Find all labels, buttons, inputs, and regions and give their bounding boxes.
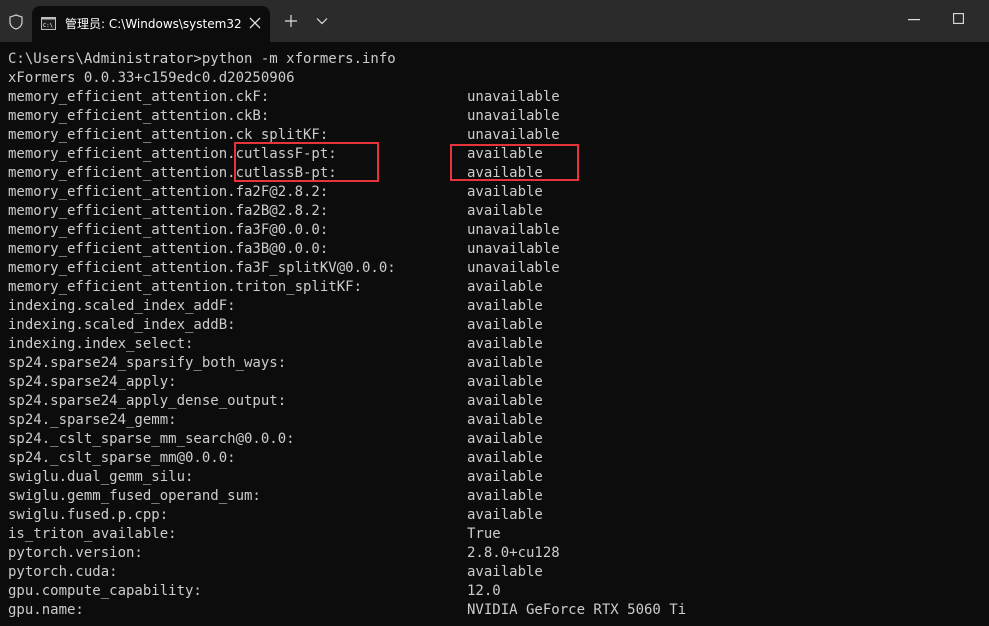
info-key: pytorch.cuda: [8,564,118,580]
info-value: available [467,298,543,314]
info-key: indexing.scaled_index_addF: [8,298,236,314]
info-key: memory_efficient_attention.triton_splitK… [8,279,363,295]
info-value: unavailable [467,127,560,143]
info-value: available [467,317,543,333]
version-line: xFormers 0.0.33+c159edc0.d20250906 [8,69,295,88]
tab-title: 管理员: C:\Windows\system32 [65,17,242,31]
info-value: available [467,393,543,409]
command-text: C:\Users\Administrator>python -m xformer… [8,51,396,67]
info-value: 2.8.0+cu128 [467,545,560,561]
info-key: memory_efficient_attention.fa3F@0.0.0: [8,222,329,238]
maximize-icon[interactable] [953,13,964,24]
info-value: unavailable [467,222,560,238]
info-key: memory_efficient_attention.fa2F@2.8.2: [8,184,329,200]
info-key: sp24.sparse24_apply: [8,374,177,390]
info-key: sp24.sparse24_apply_dense_output: [8,393,287,409]
shield-icon [9,14,23,30]
info-key: memory_efficient_attention.fa3B@0.0.0: [8,241,329,257]
info-key: memory_efficient_attention.fa3F_splitKV@… [8,260,396,276]
close-icon[interactable] [248,16,262,30]
info-key: indexing.scaled_index_addB: [8,317,236,333]
info-value: available [467,469,543,485]
info-value: available [467,431,543,447]
info-key: swiglu.dual_gemm_silu: [8,469,194,485]
info-key: swiglu.fused.p.cpp: [8,507,169,523]
info-value: NVIDIA GeForce RTX 5060 Ti [467,602,687,618]
info-value: available [467,564,543,580]
info-value: 12.0 [467,583,501,599]
plus-icon[interactable] [284,14,298,28]
info-key: indexing.index_select: [8,336,194,352]
tab-admin-cmd[interactable]: C:\ 管理员: C:\Windows\system32 [32,6,270,42]
info-value: available [467,488,543,504]
highlight-box-values [450,144,579,181]
chevron-down-icon[interactable] [316,17,328,25]
info-value: True [467,526,501,542]
info-value: available [467,374,543,390]
info-key: sp24._cslt_sparse_mm_search@0.0.0: [8,431,295,447]
info-key: sp24.sparse24_sparsify_both_ways: [8,355,287,371]
info-value: unavailable [467,260,560,276]
highlight-box-keys [234,142,379,182]
svg-text:C:\: C:\ [43,23,53,29]
info-value: available [467,336,543,352]
version-text: xFormers 0.0.33+c159edc0.d20250906 [8,70,295,86]
info-value: available [467,203,543,219]
terminal-window: C:\ 管理员: C:\Windows\system32 C:\Users\Ad… [0,0,989,626]
info-key: gpu.compute_capability: [8,583,202,599]
info-value: unavailable [467,241,560,257]
info-key: swiglu.gemm_fused_operand_sum: [8,488,261,504]
info-key: memory_efficient_attention.ckF: [8,89,270,105]
command-line: C:\Users\Administrator>python -m xformer… [8,50,396,69]
info-value: available [467,279,543,295]
minimize-icon[interactable] [908,19,920,21]
info-value: available [467,507,543,523]
title-bar[interactable]: C:\ 管理员: C:\Windows\system32 [0,0,989,42]
info-value: available [467,450,543,466]
info-value: unavailable [467,108,560,124]
terminal-output[interactable]: C:\Users\Administrator>python -m xformer… [0,42,989,626]
terminal-icon: C:\ [41,17,56,30]
info-value: available [467,412,543,428]
info-value: unavailable [467,89,560,105]
info-key: is_triton_available: [8,526,177,542]
info-value: available [467,355,543,371]
info-key: memory_efficient_attention.fa2B@2.8.2: [8,203,329,219]
info-key: pytorch.version: [8,545,143,561]
info-key: memory_efficient_attention.ckB: [8,108,270,124]
info-key: sp24._cslt_sparse_mm@0.0.0: [8,450,236,466]
info-key: gpu.name: [8,602,84,618]
info-value: available [467,184,543,200]
info-key: sp24._sparse24_gemm: [8,412,177,428]
